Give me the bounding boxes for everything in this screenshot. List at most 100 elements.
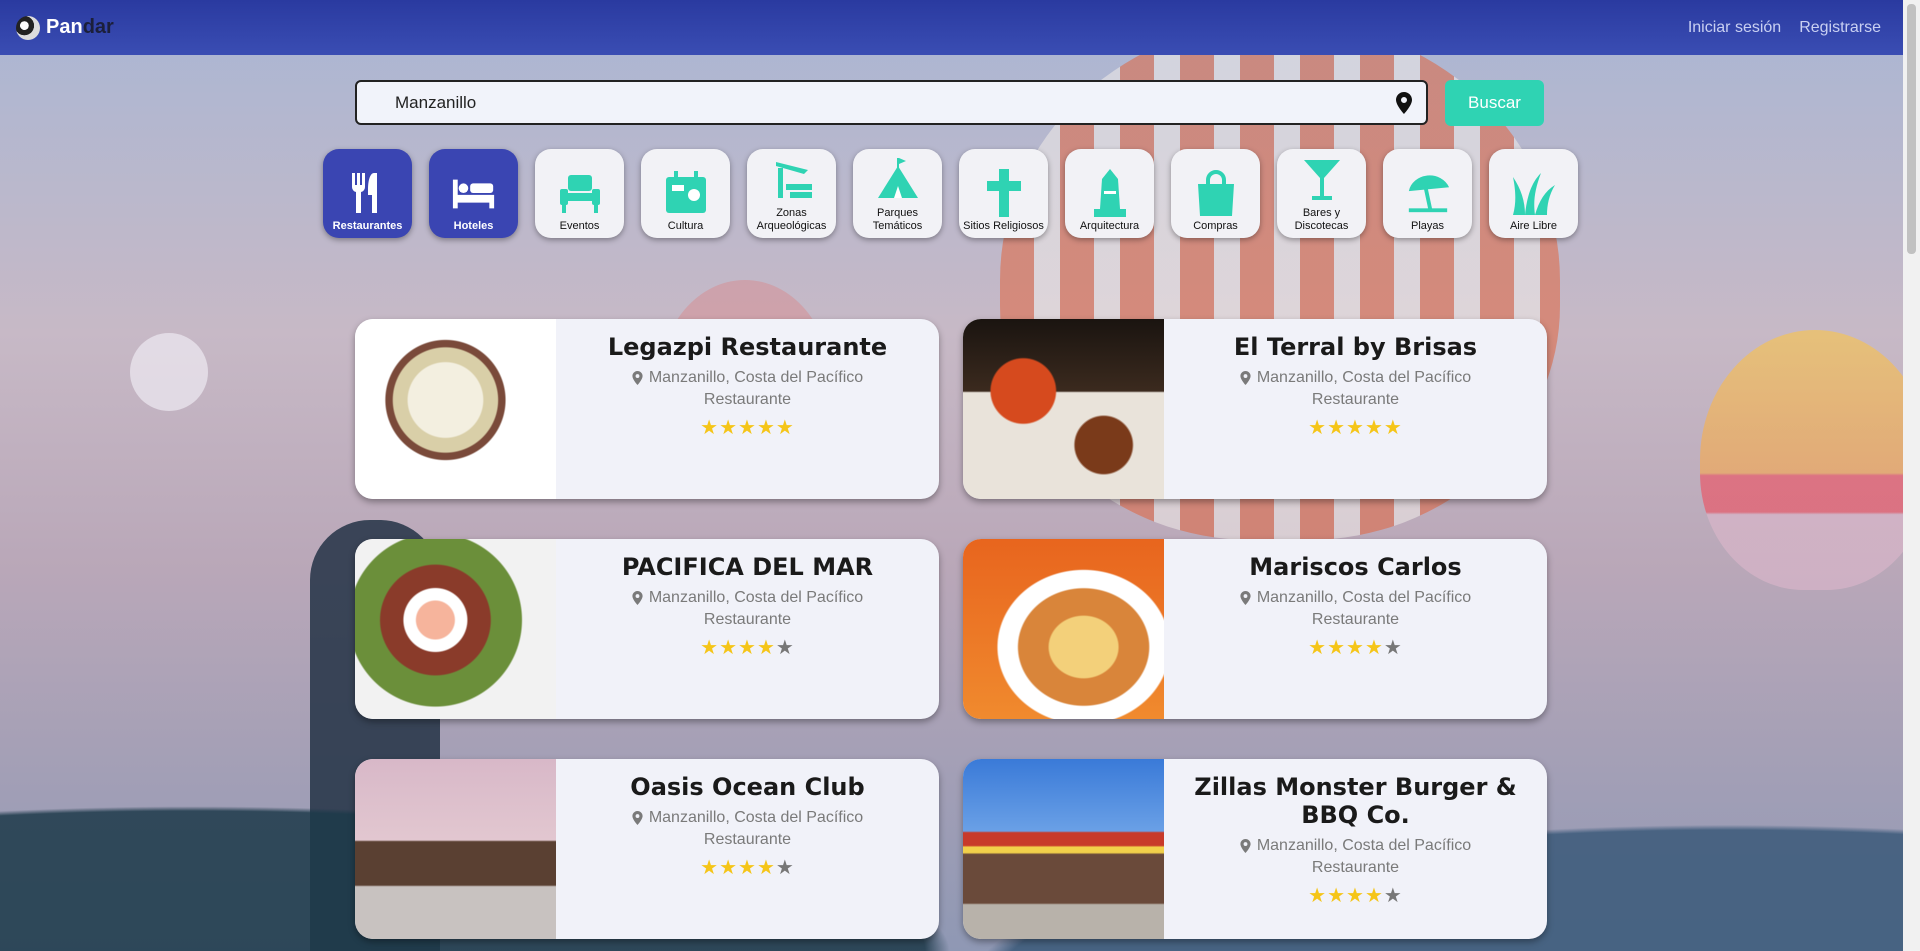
category-label: Sitios Religiosos — [963, 220, 1044, 232]
place-location: Manzanillo, Costa del Pacífico — [1240, 369, 1471, 387]
vertical-scrollbar[interactable] — [1903, 0, 1920, 951]
place-title[interactable]: El Terral by Brisas — [1220, 333, 1491, 361]
rating-stars: ★★★★★ — [700, 415, 795, 439]
star-filled-icon: ★ — [1346, 415, 1365, 439]
scrollbar-thumb[interactable] — [1907, 4, 1916, 254]
place-type: Restaurante — [703, 391, 792, 408]
search-button[interactable]: Buscar — [1445, 80, 1544, 126]
star-filled-icon: ★ — [738, 855, 757, 879]
place-card[interactable]: El Terral by Brisas Manzanillo, Costa de… — [963, 319, 1547, 499]
star-empty-icon: ★ — [1383, 883, 1403, 907]
bed-icon — [451, 170, 497, 216]
place-card[interactable]: Mariscos Carlos Manzanillo, Costa del Pa… — [963, 539, 1547, 719]
category-playas[interactable]: Playas — [1383, 149, 1472, 238]
place-location: Manzanillo, Costa del Pacífico — [632, 589, 863, 607]
tent-icon — [875, 157, 921, 203]
map-pin-icon — [632, 371, 643, 385]
category-label: Zonas Arqueológicas — [756, 207, 827, 232]
place-photo[interactable] — [355, 759, 556, 939]
place-location-text: Manzanillo, Costa del Pacífico — [648, 589, 864, 606]
category-label: Arquitectura — [1079, 220, 1140, 232]
star-filled-icon: ★ — [1383, 415, 1403, 439]
category-sitios-religiosos[interactable]: Sitios Religiosos — [959, 149, 1048, 238]
place-type: Restaurante — [1311, 611, 1400, 628]
category-label: Eventos — [559, 220, 600, 232]
category-bar: Restaurantes Hoteles Eventos Cultura Zon… — [323, 149, 1578, 238]
search-input[interactable] — [395, 92, 1295, 113]
category-restaurantes[interactable]: Restaurantes — [323, 149, 412, 238]
category-label: Playas — [1410, 220, 1445, 232]
grass-icon — [1511, 170, 1557, 216]
umbrella-beach-icon — [1405, 170, 1451, 216]
search-field[interactable] — [355, 80, 1428, 125]
cocktail-icon — [1299, 157, 1345, 203]
place-location: Manzanillo, Costa del Pacífico — [632, 369, 863, 387]
place-location-text: Manzanillo, Costa del Pacífico — [648, 369, 864, 386]
category-bares-y-discotecas[interactable]: Bares y Discotecas — [1277, 149, 1366, 238]
star-empty-icon: ★ — [1383, 635, 1403, 659]
category-aire-libre[interactable]: Aire Libre — [1489, 149, 1578, 238]
utensils-icon — [345, 170, 391, 216]
star-filled-icon: ★ — [1308, 635, 1328, 659]
map-pin-icon — [632, 811, 643, 825]
place-card[interactable]: Zillas Monster Burger & BBQ Co. Manzanil… — [963, 759, 1547, 939]
place-location: Manzanillo, Costa del Pacífico — [1240, 837, 1471, 855]
category-cultura[interactable]: Cultura — [641, 149, 730, 238]
star-filled-icon: ★ — [1364, 635, 1384, 659]
chair-icon — [557, 170, 603, 216]
place-photo[interactable] — [355, 319, 556, 499]
category-label: Cultura — [667, 220, 704, 232]
category-label: Restaurantes — [332, 220, 403, 232]
category-zonas-arqueologicas[interactable]: Zonas Arqueológicas — [747, 149, 836, 238]
star-filled-icon: ★ — [1327, 415, 1347, 439]
star-filled-icon: ★ — [1327, 635, 1347, 659]
place-title[interactable]: PACIFICA DEL MAR — [608, 553, 887, 581]
star-filled-icon: ★ — [719, 855, 739, 879]
star-filled-icon: ★ — [700, 415, 720, 439]
place-title[interactable]: Mariscos Carlos — [1235, 553, 1475, 581]
rating-stars: ★★★★★ — [1308, 883, 1403, 907]
star-filled-icon: ★ — [700, 855, 720, 879]
category-label: Compras — [1193, 220, 1238, 232]
place-type: Restaurante — [703, 831, 792, 848]
rating-stars: ★★★★★ — [1308, 635, 1403, 659]
map-pin-icon[interactable] — [1396, 91, 1412, 114]
place-location: Manzanillo, Costa del Pacífico — [1240, 589, 1471, 607]
place-photo[interactable] — [963, 759, 1164, 939]
place-title[interactable]: Legazpi Restaurante — [594, 333, 901, 361]
login-link[interactable]: Iniciar sesión — [1688, 19, 1781, 37]
place-title[interactable]: Zillas Monster Burger & BBQ Co. — [1164, 773, 1547, 829]
auth-nav: Iniciar sesión Registrarse — [1688, 19, 1881, 37]
star-filled-icon: ★ — [738, 415, 757, 439]
brand-name: Pandar — [46, 16, 114, 38]
star-filled-icon: ★ — [756, 635, 776, 659]
category-arquitectura[interactable]: Arquitectura — [1065, 149, 1154, 238]
results-grid: Legazpi Restaurante Manzanillo, Costa de… — [355, 319, 1547, 939]
star-filled-icon: ★ — [1308, 415, 1328, 439]
hot-air-balloon-illustration — [1700, 330, 1920, 590]
top-navbar: Pandar Iniciar sesión Registrarse — [0, 0, 1903, 55]
rating-stars: ★★★★★ — [700, 855, 795, 879]
map-pin-icon — [632, 591, 643, 605]
category-label: Hoteles — [453, 220, 494, 232]
map-pin-icon — [1240, 591, 1251, 605]
category-eventos[interactable]: Eventos — [535, 149, 624, 238]
category-compras[interactable]: Compras — [1171, 149, 1260, 238]
place-photo[interactable] — [963, 539, 1164, 719]
place-card[interactable]: Legazpi Restaurante Manzanillo, Costa de… — [355, 319, 939, 499]
place-photo[interactable] — [963, 319, 1164, 499]
register-link[interactable]: Registrarse — [1799, 19, 1881, 37]
category-parques-tematicos[interactable]: Parques Temáticos — [853, 149, 942, 238]
place-title[interactable]: Oasis Ocean Club — [616, 773, 878, 801]
brand-logo[interactable]: Pandar — [16, 15, 114, 40]
place-photo[interactable] — [355, 539, 556, 719]
category-hoteles[interactable]: Hoteles — [429, 149, 518, 238]
map-pin-icon — [1240, 371, 1251, 385]
search-bar: Buscar — [355, 80, 1544, 126]
star-empty-icon: ★ — [775, 855, 795, 879]
place-location-text: Manzanillo, Costa del Pacífico — [1256, 369, 1472, 386]
place-card[interactable]: Oasis Ocean Club Manzanillo, Costa del P… — [355, 759, 939, 939]
place-type: Restaurante — [703, 611, 792, 628]
star-filled-icon: ★ — [1308, 883, 1328, 907]
place-card[interactable]: PACIFICA DEL MAR Manzanillo, Costa del P… — [355, 539, 939, 719]
